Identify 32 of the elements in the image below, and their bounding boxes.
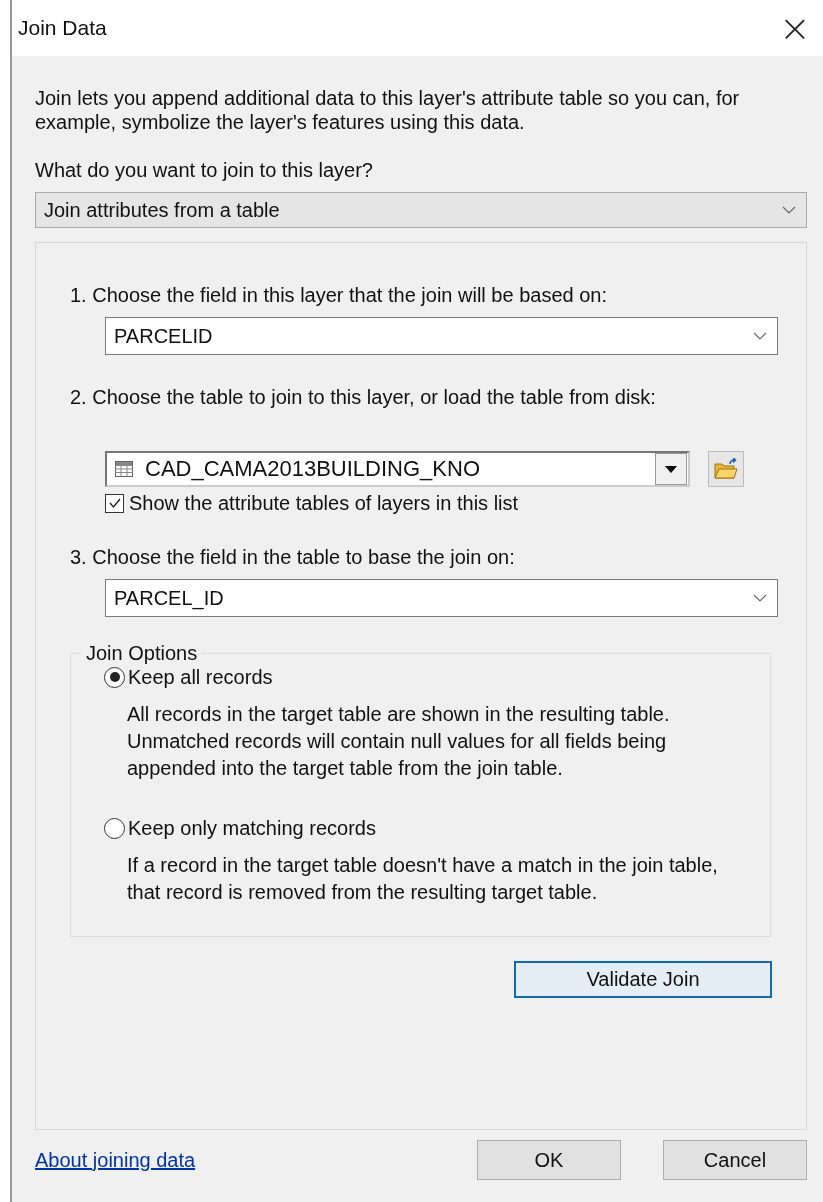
checkbox-label: Show the attribute tables of layers in this list [129,491,519,515]
close-button[interactable]: × [767,0,823,56]
radio-button[interactable] [104,817,125,839]
cancel-button[interactable]: Cancel [663,1140,807,1180]
help-link[interactable]: About joining data [35,1148,196,1172]
radio-button[interactable] [104,666,125,688]
intro-text: Join lets you append additional data to this layer's attribute table so you can, for example, symbolize the layer's features using this data. [35,86,741,134]
ok-button[interactable]: OK [477,1140,621,1180]
radio-label: Keep only matching records [128,816,376,840]
option-description: All records in the target table are shown in the resulting table. Unmatched records will contain null values for all fields being appended into the target table from the join table. [127,702,671,781]
open-folder-button[interactable] [708,451,744,487]
checkbox[interactable] [105,493,124,513]
window-title: Join Data [18,16,107,40]
validate-join-button[interactable]: Validate Join [514,961,772,998]
field-dropdown[interactable]: PARCEL_ID [105,579,778,617]
chevron-icon [753,332,767,340]
field-dropdown[interactable]: PARCELID [105,317,778,355]
option-description: If a record in the target table doesn't have a match in the join table, that record is removed from the resulting target table. [127,853,719,905]
question-label: What do you want to join to this layer? [35,158,374,182]
checkmark-icon [107,496,122,510]
chevron-icon [782,206,796,214]
table-icon [115,461,133,477]
group-title: Join Options [85,641,199,665]
table-combo-box[interactable]: CAD_CAMA2013BUILDING_KNO [105,451,690,487]
join-type-dropdown[interactable]: Join attributes from a table [35,192,807,228]
chevron-icon [753,594,767,602]
triangle-down-icon [665,465,677,473]
step-label: 1. Choose the field in this layer that the join will be based on: [70,283,608,307]
step-label: 2. Choose the table to join to this layer, or load the table from disk: [70,385,657,409]
step-label: 3. Choose the field in the table to base the join on: [70,545,516,569]
dropdown-arrow-button[interactable] [655,453,687,485]
radio-label: Keep all records [128,665,273,689]
